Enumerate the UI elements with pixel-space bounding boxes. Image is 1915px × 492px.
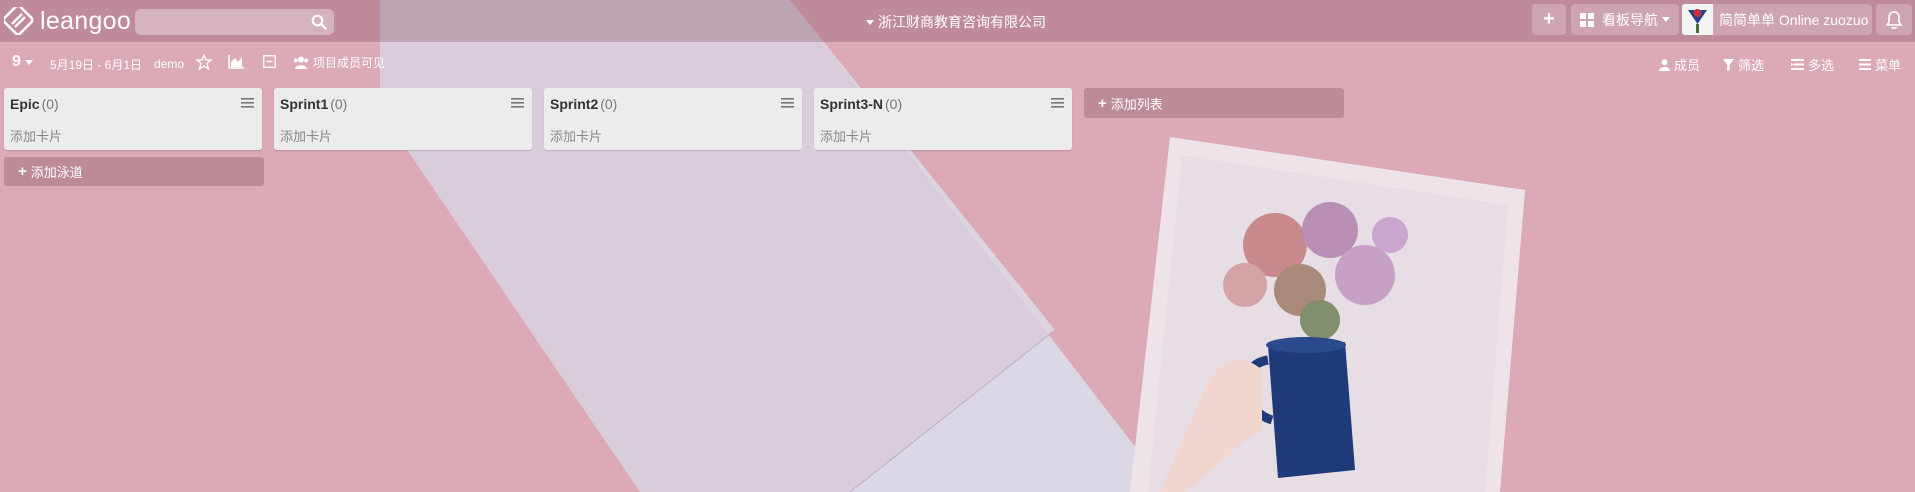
add-swimlane-button[interactable]: + 添加泳道 <box>4 157 264 186</box>
caret-down-icon <box>866 19 874 25</box>
multi-select-icon <box>1791 59 1804 70</box>
list-menu-icon[interactable] <box>511 98 524 108</box>
multi-select-label: 多选 <box>1808 58 1835 73</box>
filter-button[interactable]: 筛选 <box>1723 55 1764 74</box>
multi-select-button[interactable]: 多选 <box>1791 55 1834 74</box>
user-menu-button[interactable]: 简简单单 Online zuozuo <box>1682 4 1872 35</box>
list-title-text: Epic <box>10 96 40 112</box>
add-list-label: 添加列表 <box>1110 96 1163 112</box>
list-menu-icon[interactable] <box>241 98 254 108</box>
board-header: 9 5月19日 - 6月1日 demo 项目成员可见 成员 筛选 多选 菜单 <box>0 50 1915 78</box>
board-number: 9 <box>12 53 21 70</box>
list-count: (0) <box>330 96 348 112</box>
caret-down-icon <box>1662 17 1670 22</box>
date-range[interactable]: 5月19日 - 6月1日 <box>50 56 142 73</box>
company-name: 浙江财商教育咨询有限公司 <box>878 14 1046 30</box>
list-menu-icon[interactable] <box>781 98 794 108</box>
add-card-button[interactable]: 添加卡片 <box>550 126 602 145</box>
plus-icon: + <box>1543 8 1555 30</box>
group-icon <box>293 56 309 69</box>
board-name[interactable]: demo <box>154 57 184 71</box>
search-input[interactable] <box>135 9 321 33</box>
list-title-text: Sprint1 <box>280 96 329 112</box>
add-button[interactable]: + <box>1532 4 1566 35</box>
list-title[interactable]: Sprint3-N (0) <box>820 96 902 112</box>
caret-down-icon <box>24 59 33 65</box>
board-nav-button[interactable]: 看板导航 <box>1571 4 1679 35</box>
bell-icon <box>1885 10 1903 29</box>
list-menu-icon[interactable] <box>1051 98 1064 108</box>
menu-button[interactable]: 菜单 <box>1859 55 1901 74</box>
company-switcher[interactable]: 浙江财商教育咨询有限公司 <box>866 12 1046 32</box>
add-card-button[interactable]: 添加卡片 <box>10 126 62 145</box>
filter-icon <box>1723 58 1734 71</box>
search-box <box>135 9 334 35</box>
plus-icon: + <box>1098 94 1107 112</box>
list-title[interactable]: Epic (0) <box>10 96 59 112</box>
list-count: (0) <box>600 96 618 112</box>
hamburger-icon <box>1859 59 1871 70</box>
top-bar: leangoo 浙江财商教育咨询有限公司 + 看板导航 简简单单 Online … <box>0 0 1915 42</box>
search-icon[interactable] <box>311 14 327 30</box>
logo-text: leangoo <box>40 6 132 35</box>
menu-label: 菜单 <box>1875 58 1902 73</box>
star-icon[interactable] <box>196 54 212 70</box>
add-list-button[interactable]: + 添加列表 <box>1084 88 1344 118</box>
visibility-label: 项目成员可见 <box>313 56 386 70</box>
list-count: (0) <box>41 96 59 112</box>
user-icon <box>1659 58 1670 71</box>
area-chart-icon[interactable] <box>228 54 245 69</box>
leangoo-logo-icon <box>4 7 34 35</box>
list-sprint3-n: Sprint3-N (0) 添加卡片 <box>814 88 1072 150</box>
add-swimlane-label: 添加泳道 <box>30 165 83 180</box>
app-logo[interactable]: leangoo <box>4 7 131 35</box>
notifications-button[interactable] <box>1876 4 1912 35</box>
avatar <box>1682 4 1713 35</box>
add-card-button[interactable]: 添加卡片 <box>820 126 872 145</box>
add-card-button[interactable]: 添加卡片 <box>280 126 332 145</box>
members-button[interactable]: 成员 <box>1659 55 1700 74</box>
plus-icon: + <box>18 163 27 180</box>
list-sprint1: Sprint1 (0) 添加卡片 <box>274 88 532 150</box>
members-label: 成员 <box>1674 58 1701 73</box>
user-name: 简简单单 Online zuozuo <box>1719 11 1869 28</box>
board-number-dropdown[interactable]: 9 <box>12 53 33 71</box>
filter-label: 筛选 <box>1738 58 1765 73</box>
list-title[interactable]: Sprint2 (0) <box>550 96 617 112</box>
list-title-text: Sprint2 <box>550 96 599 112</box>
list-sprint2: Sprint2 (0) 添加卡片 <box>544 88 802 150</box>
list-count: (0) <box>885 96 903 112</box>
grid-icon <box>1580 12 1594 27</box>
list-title[interactable]: Sprint1 (0) <box>280 96 347 112</box>
list-epic: Epic (0) 添加卡片 <box>4 88 262 150</box>
board-nav-label: 看板导航 <box>1602 11 1658 28</box>
collapse-icon[interactable] <box>263 55 276 68</box>
list-title-text: Sprint3-N <box>820 96 883 112</box>
visibility-setting[interactable]: 项目成员可见 <box>293 54 385 71</box>
